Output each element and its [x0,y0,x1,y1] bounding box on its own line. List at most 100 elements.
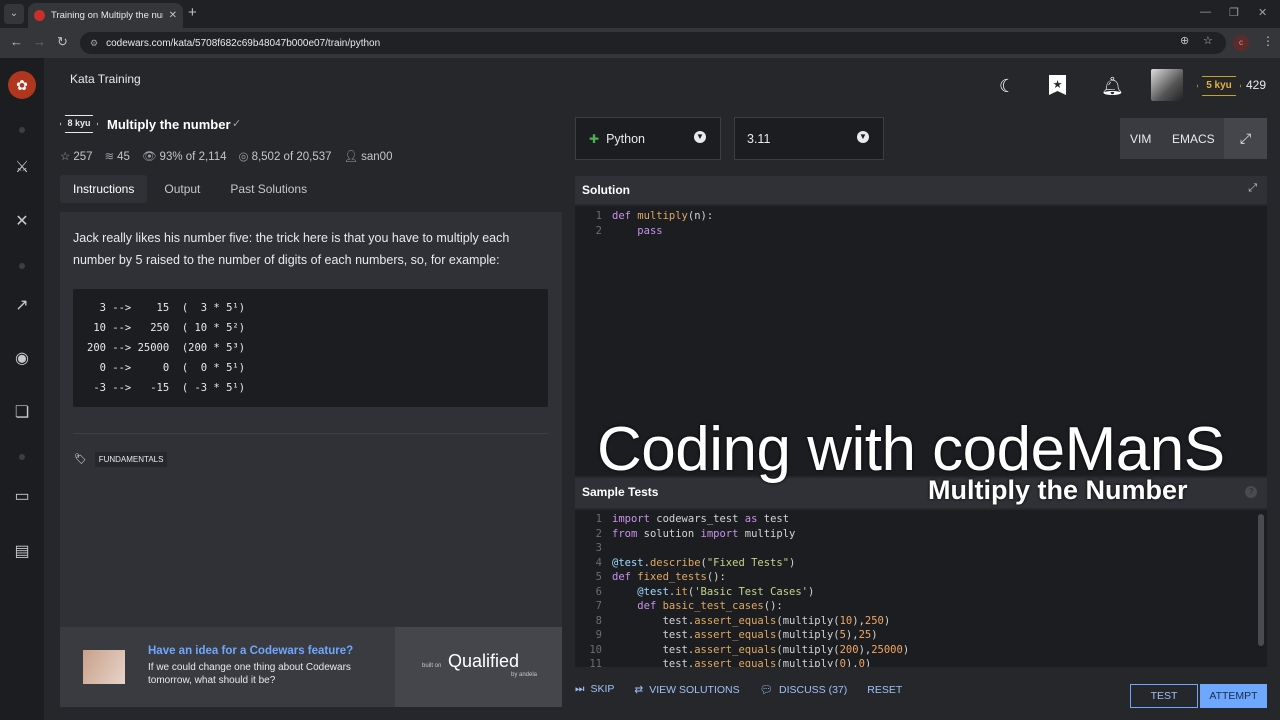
test-button[interactable]: TEST [1130,684,1198,708]
nav-blog-icon[interactable]: ▤ [10,541,34,561]
nav-practice-icon[interactable]: ⚔ [10,157,34,177]
reset-button[interactable]: RESET [867,684,902,696]
nav-discord-icon[interactable]: ◉ [10,348,34,368]
skip-label: SKIP [590,683,615,695]
notifications-bell-icon[interactable]: 🔔︎ [1101,76,1124,97]
line-number: 8 [595,614,602,627]
chevron-down-icon: ▼ [857,131,869,143]
browser-tab[interactable]: Training on Multiply the numbe ✕ [28,3,183,28]
tests-code: import codewars_test as test from soluti… [612,513,910,667]
url-text: codewars.com/kata/5708f682c69b48047b000e… [106,37,381,49]
stars-count: 257 [73,151,93,163]
tag-fundamentals[interactable]: FUNDAMENTALS [94,452,168,467]
attempt-button[interactable]: ATTEMPT [1200,684,1267,708]
skip-icon: ⏭ [575,683,585,695]
new-tab-icon[interactable]: + [188,4,197,21]
help-icon[interactable]: ? [1245,486,1257,498]
solution-code: def multiply(n): pass [612,210,714,237]
discuss-label: DISCUSS (37) [778,684,848,696]
tab-close-icon[interactable]: ✕ [169,10,177,21]
bookmarks-icon[interactable]: ★ [1049,75,1066,95]
solution-title: Solution [582,183,630,197]
built-on-label: built on [422,663,442,669]
kata-tags: 🏷︎ FUNDAMENTALS [74,452,168,467]
star-icon: ☆ [60,151,71,163]
author-stat[interactable]: 👤︎ san00 [344,149,393,163]
kata-stats: ☆ 257 ≋ 45 👁︎ 93% of 2,114 ◎ 8,502 of 20,537… [60,149,392,163]
feedback-banner[interactable]: Have an idea for a Codewars feature? If … [60,627,562,707]
satisfaction-votes: 2,114 [198,151,227,163]
solution-gutter: 1 2 [575,209,602,238]
line-number: 3 [595,542,602,554]
close-window-icon[interactable]: ✕ [1258,6,1267,19]
site-info-icon[interactable]: ⚙ [90,38,98,49]
restore-icon[interactable]: ❐ [1229,6,1239,19]
line-number: 5 [595,571,602,583]
view-solutions-button[interactable]: ⇄ VIEW SOLUTIONS [634,684,739,696]
tab-past-solutions[interactable]: Past Solutions [217,175,320,203]
minimize-icon[interactable]: — [1200,6,1211,18]
sample-tests-title: Sample Tests [582,485,659,499]
qualified-by-label: by andela [511,672,538,678]
satisfaction-stat: 👁︎ 93% of 2,114 [142,149,227,163]
dark-mode-icon[interactable]: ☾ [999,76,1015,97]
bookmark-star-icon[interactable]: ☆ [1203,34,1213,47]
tab-output[interactable]: Output [151,175,213,203]
tests-editor[interactable]: 1 2 3 4 5 6 7 8 9 10 11 import codewars_… [575,510,1267,667]
tests-scrollbar[interactable] [1258,514,1264,646]
tab-search-icon[interactable]: ⌄ [4,4,24,24]
forward-icon[interactable]: → [33,34,46,49]
tab-title: Training on Multiply the numbe [51,10,163,21]
line-number: 4 [595,556,602,569]
video-watermark-subtitle: Multiply the Number [928,475,1188,505]
satisfaction-pct: 93% [159,151,183,163]
nav-divider-dot [19,454,25,460]
line-number: 10 [589,643,602,656]
extension-icon[interactable]: c [1233,35,1249,51]
user-avatar[interactable] [1151,69,1183,101]
zoom-icon[interactable]: ⊕ [1180,34,1189,47]
reload-icon[interactable]: ↻ [57,34,68,50]
author-name: san00 [361,151,393,163]
tab-instructions[interactable]: Instructions [60,175,148,203]
collections-icon: ≋ [104,151,115,163]
skip-button[interactable]: ⏭ SKIP [575,683,614,696]
kata-kyu-badge: 8 kyu [60,115,98,133]
collections-count: 45 [117,151,130,163]
emacs-mode-button[interactable]: EMACS [1172,132,1215,146]
banner-heading[interactable]: Have an idea for a Codewars feature? [148,645,353,657]
nav-discussions-icon[interactable]: ❏ [10,402,34,422]
collections-stat[interactable]: ≋ 45 [105,149,130,163]
back-icon[interactable]: ← [10,34,23,49]
solutions-icon: ⇄ [634,683,644,696]
completion-stat: ◎ 8,502 of 20,537 [239,149,332,163]
expand-icon[interactable]: ⤢ [1248,182,1257,195]
solution-header: Solution ⤢ [575,176,1267,204]
line-number: 6 [595,585,602,598]
line-number: 1 [595,210,602,222]
browser-tabbar: ⌄ Training on Multiply the numbe ✕ + — ❐… [0,0,1280,28]
language-label: Python [606,131,645,146]
action-bar: ⏭ SKIP ⇄ VIEW SOLUTIONS 💬︎ DISCUSS (37) RES… [575,683,902,696]
stars-stat[interactable]: ☆ 257 [60,149,93,163]
banner-image [83,650,125,684]
fullscreen-icon[interactable]: ⤢ [1224,118,1267,159]
chevron-down-icon: ▼ [694,131,706,143]
language-select[interactable]: ✚ Python ▼ [575,117,721,160]
browser-menu-icon[interactable]: ⋮ [1262,34,1274,48]
instructions-panel: Jack really likes his number five: the t… [60,212,562,628]
address-bar[interactable]: ⚙ codewars.com/kata/5708f682c69b48047b00… [80,32,1226,54]
nav-leaderboard-icon[interactable]: ↗ [10,295,34,315]
page-title: Kata Training [70,72,141,86]
qualified-logo[interactable]: Qualified [448,651,519,672]
nav-docs-icon[interactable]: ▭ [10,486,34,506]
completed-of: of [283,151,294,163]
chevron-down-icon[interactable]: ✓ [232,117,241,130]
discuss-button[interactable]: 💬︎ DISCUSS (37) [760,683,848,696]
version-select[interactable]: 3.11 ▼ [734,117,884,160]
codewars-logo-icon[interactable]: ✿ [8,71,36,99]
example-code-block: 3 --> 15 ( 3 * 5¹) 10 --> 250 ( 10 * 5²)… [73,289,548,407]
nav-compete-icon[interactable]: ✕ [10,211,34,231]
vim-mode-button[interactable]: VIM [1130,132,1151,146]
line-number: 7 [595,600,602,612]
